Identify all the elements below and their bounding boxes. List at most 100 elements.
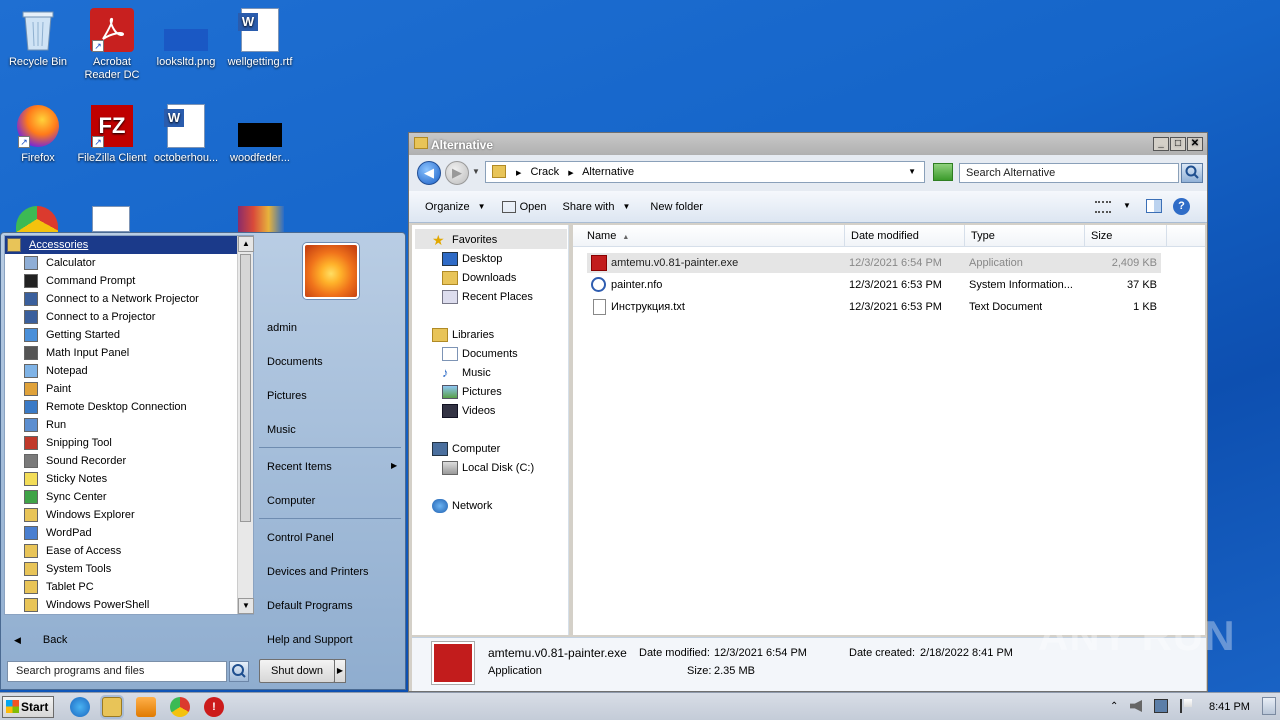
- program-item[interactable]: Sound Recorder: [5, 452, 253, 470]
- volume-icon[interactable]: [1130, 700, 1142, 712]
- refresh-icon[interactable]: [933, 163, 953, 181]
- show-hidden-icons-icon[interactable]: ⌃: [1110, 701, 1118, 712]
- nav-documents[interactable]: Documents: [442, 347, 518, 361]
- minimize-button[interactable]: _: [1153, 137, 1169, 151]
- desktop-icon-looksltd[interactable]: looksltd.png: [148, 8, 224, 69]
- music-link[interactable]: Music: [267, 424, 296, 436]
- program-item[interactable]: Calculator: [5, 254, 253, 272]
- back-arrow-icon[interactable]: ◀: [417, 161, 441, 185]
- nav-local-disk[interactable]: Local Disk (C:): [442, 461, 534, 475]
- window-titlebar[interactable]: Alternative _ □ ✕: [409, 133, 1207, 155]
- control-panel-link[interactable]: Control Panel: [267, 532, 334, 544]
- maximize-button[interactable]: □: [1170, 137, 1186, 151]
- program-item[interactable]: Tablet PC: [5, 578, 253, 596]
- computer-link[interactable]: Computer: [267, 495, 315, 507]
- program-item[interactable]: Windows PowerShell: [5, 596, 253, 614]
- program-item[interactable]: Connect to a Network Projector: [5, 290, 253, 308]
- desktop-icon-acrobat[interactable]: ↗ Acrobat Reader DC: [74, 8, 150, 82]
- program-item[interactable]: Sync Center: [5, 488, 253, 506]
- share-with-button[interactable]: Share with ▼: [562, 201, 630, 213]
- nav-music[interactable]: ♪ Music: [442, 366, 491, 380]
- nav-downloads[interactable]: Downloads: [442, 271, 516, 285]
- address-dropdown-icon[interactable]: ▼: [908, 167, 916, 176]
- chevron-down-icon[interactable]: ▼: [1123, 201, 1131, 210]
- preview-pane-icon[interactable]: [1146, 199, 1162, 213]
- shutdown-button[interactable]: Shut down: [259, 659, 335, 683]
- open-button[interactable]: Open: [501, 200, 546, 213]
- devices-printers-link[interactable]: Devices and Printers: [267, 566, 369, 578]
- program-item[interactable]: Windows Explorer: [5, 506, 253, 524]
- program-item[interactable]: Run: [5, 416, 253, 434]
- recent-items-link[interactable]: Recent Items: [267, 461, 332, 473]
- program-item[interactable]: Ease of Access: [5, 542, 253, 560]
- program-item[interactable]: Getting Started: [5, 326, 253, 344]
- program-item[interactable]: Accessories: [5, 236, 253, 254]
- show-desktop-button[interactable]: [1262, 697, 1276, 715]
- documents-link[interactable]: Documents: [267, 356, 323, 368]
- media-player-icon[interactable]: [136, 697, 156, 717]
- security-alert-icon[interactable]: !: [204, 697, 224, 717]
- program-item[interactable]: Connect to a Projector: [5, 308, 253, 326]
- desktop-icon-wellgetting[interactable]: W wellgetting.rtf: [222, 8, 298, 69]
- forward-arrow-icon[interactable]: ▶: [445, 161, 469, 185]
- nav-desktop[interactable]: Desktop: [442, 252, 502, 266]
- breadcrumb-alternative[interactable]: Alternative: [582, 166, 634, 178]
- start-search-input[interactable]: Search programs and files: [7, 661, 227, 682]
- shutdown-options-arrow-icon[interactable]: ▶: [334, 659, 346, 683]
- program-item[interactable]: Snipping Tool: [5, 434, 253, 452]
- desktop-icon-firefox[interactable]: ↗ Firefox: [0, 104, 76, 165]
- default-programs-link[interactable]: Default Programs: [267, 600, 353, 612]
- desktop-icon-octoberhou[interactable]: W octoberhou...: [148, 104, 224, 165]
- breadcrumb-crack[interactable]: Crack: [530, 166, 559, 178]
- internet-explorer-icon[interactable]: [70, 697, 90, 717]
- program-item[interactable]: Remote Desktop Connection: [5, 398, 253, 416]
- desktop-icon-filezilla[interactable]: FZ ↗ FileZilla Client: [74, 104, 150, 165]
- desktop-icon-woodfeder[interactable]: woodfeder...: [222, 104, 298, 165]
- back-button[interactable]: ◀ Back: [4, 627, 254, 653]
- program-item[interactable]: Sticky Notes: [5, 470, 253, 488]
- program-item[interactable]: Paint: [5, 380, 253, 398]
- pictures-link[interactable]: Pictures: [267, 390, 307, 402]
- program-item[interactable]: WordPad: [5, 524, 253, 542]
- program-item[interactable]: Math Input Panel: [5, 344, 253, 362]
- file-row[interactable]: painter.nfo 12/3/2021 6:53 PM System Inf…: [587, 275, 1161, 295]
- windows-explorer-icon[interactable]: [102, 697, 122, 717]
- user-name-link[interactable]: admin: [267, 322, 297, 334]
- column-date-modified[interactable]: Date modified: [845, 225, 965, 247]
- nav-computer[interactable]: Computer: [432, 442, 500, 456]
- organize-button[interactable]: Organize ▼: [425, 201, 486, 213]
- nav-pictures[interactable]: Pictures: [442, 385, 502, 399]
- column-name[interactable]: Name ▲: [581, 225, 845, 247]
- chevron-down-icon[interactable]: ▼: [472, 167, 480, 176]
- scroll-up-button[interactable]: ▲: [238, 236, 254, 252]
- program-item[interactable]: System Tools: [5, 560, 253, 578]
- network-tray-icon[interactable]: [1154, 699, 1168, 713]
- help-icon[interactable]: ?: [1173, 198, 1190, 215]
- nav-libraries[interactable]: Libraries: [432, 328, 494, 342]
- search-icon[interactable]: [229, 661, 249, 682]
- action-center-flag-icon[interactable]: [1180, 699, 1192, 713]
- nav-videos[interactable]: Videos: [442, 404, 495, 418]
- desktop-icon-recycle-bin[interactable]: Recycle Bin: [0, 8, 76, 69]
- start-button[interactable]: Start: [2, 696, 54, 718]
- nav-recent-places[interactable]: Recent Places: [442, 290, 533, 304]
- clock[interactable]: 8:41 PM: [1209, 701, 1250, 713]
- column-size[interactable]: Size: [1085, 225, 1167, 247]
- file-row[interactable]: amtemu.v0.81-painter.exe 12/3/2021 6:54 …: [587, 253, 1161, 273]
- program-list-scrollbar[interactable]: ▲ ▼: [237, 236, 254, 614]
- search-icon[interactable]: [1181, 163, 1203, 183]
- view-options-icon[interactable]: [1095, 201, 1111, 213]
- help-support-link[interactable]: Help and Support: [267, 634, 353, 646]
- nav-favorites[interactable]: ★ Favorites: [432, 233, 497, 247]
- new-folder-button[interactable]: New folder: [650, 201, 703, 213]
- column-type[interactable]: Type: [965, 225, 1085, 247]
- program-item[interactable]: Command Prompt: [5, 272, 253, 290]
- explorer-search-input[interactable]: Search Alternative: [959, 163, 1179, 183]
- program-item[interactable]: Notepad: [5, 362, 253, 380]
- user-avatar[interactable]: [303, 243, 359, 299]
- address-bar[interactable]: ▶ Crack ▶ Alternative ▼: [485, 161, 925, 183]
- scroll-down-button[interactable]: ▼: [238, 598, 254, 614]
- close-button[interactable]: ✕: [1187, 137, 1203, 151]
- nav-network[interactable]: Network: [432, 499, 492, 513]
- chrome-icon[interactable]: [170, 697, 190, 717]
